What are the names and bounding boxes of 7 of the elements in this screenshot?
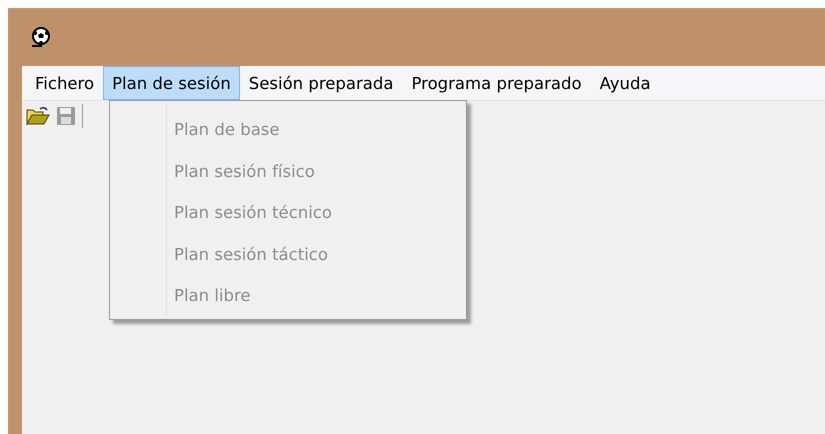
menu-item[interactable]: Fichero (26, 66, 104, 100)
menu-item[interactable]: Sesión preparada (240, 66, 402, 100)
menu-item[interactable]: Ayuda (590, 66, 660, 100)
menu-item[interactable]: Plan de sesión (103, 66, 240, 100)
menu-item[interactable]: Programa preparado (402, 66, 591, 100)
folder-icon[interactable] (26, 106, 50, 126)
soccer-ball-icon (30, 26, 52, 48)
